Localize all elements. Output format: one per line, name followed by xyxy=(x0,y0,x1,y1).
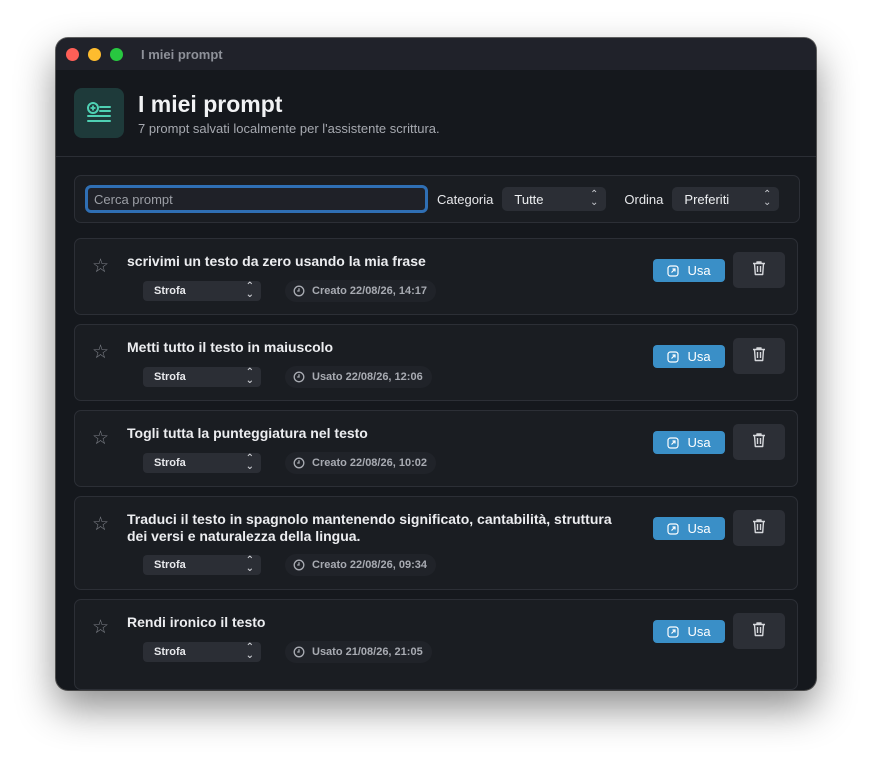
zoom-window-button[interactable] xyxy=(110,47,123,61)
use-prompt-button[interactable]: Usa xyxy=(653,620,725,643)
prompt-date: Creato 22/08/26, 09:34 xyxy=(312,559,427,571)
clock-icon xyxy=(293,646,305,658)
delete-prompt-button[interactable] xyxy=(733,424,785,460)
updown-chevron-icon: ⌃ ⌄ xyxy=(245,642,254,661)
trash-icon xyxy=(752,432,766,453)
favorite-star-icon[interactable]: ☆ xyxy=(92,343,109,363)
prompt-card: ☆ Traduci il testo in spagnolo mantenend… xyxy=(74,496,798,590)
clock-icon xyxy=(293,371,305,383)
window-controls xyxy=(66,47,123,61)
prompt-category-value: Strofa xyxy=(154,559,186,571)
use-button-label: Usa xyxy=(687,521,711,536)
use-prompt-button[interactable]: Usa xyxy=(653,345,725,368)
trash-icon xyxy=(752,621,766,642)
prompt-title: Traduci il testo in spagnolo mantenendo … xyxy=(127,511,612,544)
sort-select-value: Preferiti xyxy=(684,191,730,207)
clock-icon xyxy=(293,457,305,469)
category-select-value: Tutte xyxy=(514,191,544,207)
prompt-category-value: Strofa xyxy=(154,457,186,469)
page-subtitle: 7 prompt salvati localmente per l'assist… xyxy=(138,121,440,136)
delete-prompt-button[interactable] xyxy=(733,613,785,649)
prompt-date-badge: Creato 22/08/26, 10:02 xyxy=(285,452,436,474)
updown-chevron-icon: ⌃ ⌄ xyxy=(245,453,254,472)
prompt-card: ☆ Rendi ironico il testo Strofa ⌃ ⌄ Usato… xyxy=(74,599,798,690)
prompt-category-select[interactable]: Strofa ⌃ ⌄ xyxy=(143,281,261,301)
prompt-category-value: Strofa xyxy=(154,285,186,297)
minimize-window-button[interactable] xyxy=(88,47,101,61)
prompt-date: Creato 22/08/26, 14:17 xyxy=(312,285,427,297)
prompt-card: ☆ Togli tutta la punteggiatura nel testo… xyxy=(74,410,798,487)
category-select[interactable]: Tutte ⌃ ⌄ xyxy=(502,187,607,211)
prompt-date: Usato 21/08/26, 21:05 xyxy=(312,646,423,658)
updown-chevron-icon: ⌃ ⌄ xyxy=(589,189,599,208)
prompt-card: ☆ scrivimi un testo da zero usando la mi… xyxy=(74,238,798,315)
window-title: I miei prompt xyxy=(141,46,223,62)
prompt-category-value: Strofa xyxy=(154,371,186,383)
trash-icon xyxy=(752,260,766,281)
page-header: I miei prompt 7 prompt salvati localment… xyxy=(56,70,816,157)
prompt-category-select[interactable]: Strofa ⌃ ⌄ xyxy=(143,555,261,575)
prompt-category-select[interactable]: Strofa ⌃ ⌄ xyxy=(143,642,261,662)
prompt-date: Creato 22/08/26, 10:02 xyxy=(312,457,427,469)
updown-chevron-icon: ⌃ ⌄ xyxy=(245,555,254,574)
prompt-card: ☆ Metti tutto il testo in maiuscolo Stro… xyxy=(74,324,798,401)
use-prompt-button[interactable]: Usa xyxy=(653,259,725,282)
search-field[interactable] xyxy=(85,185,428,213)
prompt-date: Usato 22/08/26, 12:06 xyxy=(312,371,423,383)
app-window: I miei prompt I miei prompt 7 prompt sal… xyxy=(56,38,816,690)
prompt-category-select[interactable]: Strofa ⌃ ⌄ xyxy=(143,367,261,387)
open-external-icon xyxy=(667,625,680,638)
use-button-label: Usa xyxy=(687,624,711,639)
delete-prompt-button[interactable] xyxy=(733,338,785,374)
search-input[interactable] xyxy=(92,190,416,208)
updown-chevron-icon: ⌃ ⌄ xyxy=(245,281,254,300)
use-button-label: Usa xyxy=(687,349,711,364)
prompt-list-icon xyxy=(74,88,124,138)
use-button-label: Usa xyxy=(687,435,711,450)
category-label: Categoria xyxy=(437,191,494,207)
clock-icon xyxy=(293,285,305,297)
prompt-title: Togli tutta la punteggiatura nel testo xyxy=(127,425,368,441)
trash-icon xyxy=(752,346,766,367)
sort-label: Ordina xyxy=(624,191,664,207)
prompt-title: scrivimi un testo da zero usando la mia … xyxy=(127,253,426,269)
open-external-icon xyxy=(667,350,680,363)
clock-icon xyxy=(293,559,305,571)
updown-chevron-icon: ⌃ ⌄ xyxy=(763,189,772,208)
prompt-date-badge: Creato 22/08/26, 09:34 xyxy=(285,554,436,576)
use-prompt-button[interactable]: Usa xyxy=(653,517,725,540)
favorite-star-icon[interactable]: ☆ xyxy=(92,618,109,638)
open-external-icon xyxy=(667,522,680,535)
prompt-date-badge: Usato 21/08/26, 21:05 xyxy=(285,641,432,663)
delete-prompt-button[interactable] xyxy=(733,252,785,288)
prompt-category-select[interactable]: Strofa ⌃ ⌄ xyxy=(143,453,261,473)
favorite-star-icon[interactable]: ☆ xyxy=(92,515,109,535)
open-external-icon xyxy=(667,436,680,449)
title-bar: I miei prompt xyxy=(56,38,816,70)
use-button-label: Usa xyxy=(687,263,711,278)
page-title: I miei prompt xyxy=(138,91,283,117)
prompt-date-badge: Usato 22/08/26, 12:06 xyxy=(285,366,432,388)
filter-toolbar: Categoria Tutte ⌃⌄ Ordina Preferiti ⌃⌄ xyxy=(74,175,800,223)
open-external-icon xyxy=(667,264,680,277)
close-window-button[interactable] xyxy=(66,47,79,61)
updown-chevron-icon: ⌃ ⌄ xyxy=(245,367,254,386)
delete-prompt-button[interactable] xyxy=(733,510,785,546)
prompt-title: Metti tutto il testo in maiuscolo xyxy=(127,339,334,355)
trash-icon xyxy=(752,518,766,539)
prompt-title: Rendi ironico il testo xyxy=(127,614,266,630)
use-prompt-button[interactable]: Usa xyxy=(653,431,725,454)
favorite-star-icon[interactable]: ☆ xyxy=(92,257,109,277)
prompt-category-value: Strofa xyxy=(154,646,186,658)
prompt-date-badge: Creato 22/08/26, 14:17 xyxy=(285,280,436,302)
favorite-star-icon[interactable]: ☆ xyxy=(92,429,109,449)
sort-select[interactable]: Preferiti ⌃ ⌄ xyxy=(672,187,780,211)
